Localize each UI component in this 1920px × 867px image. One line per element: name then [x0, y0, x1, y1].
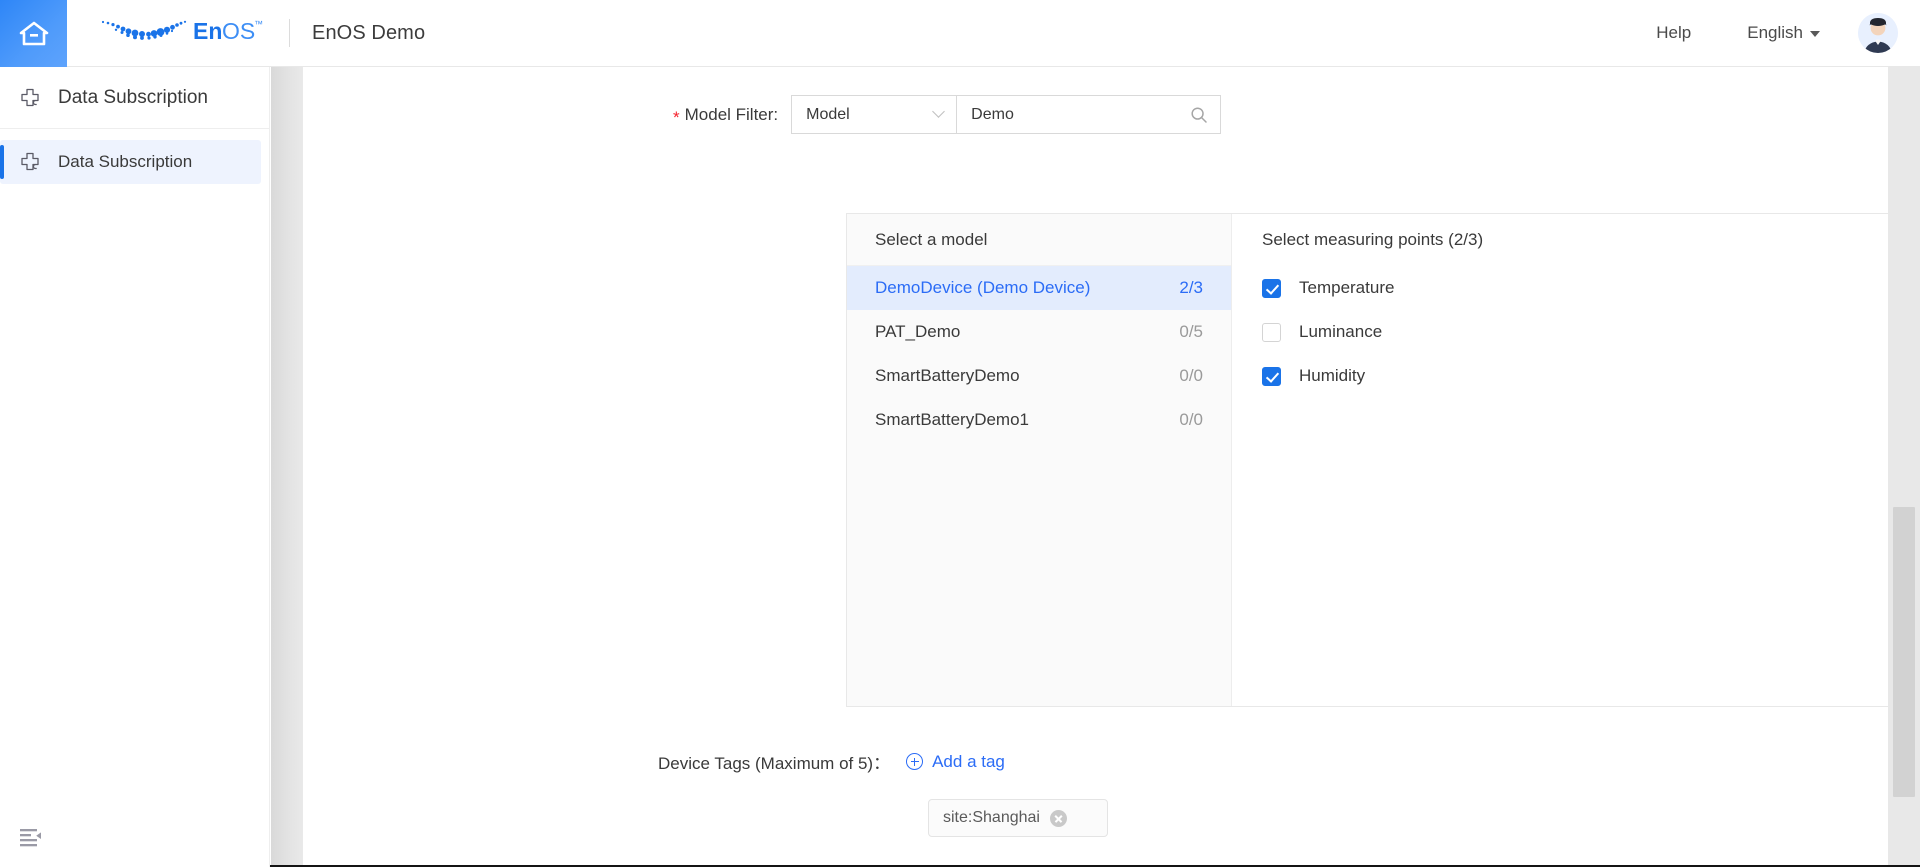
content-area: * Model Filter: Model Select a m: [271, 67, 1920, 867]
model-count: 0/5: [1179, 322, 1203, 342]
chevron-down-icon: [932, 105, 945, 118]
filter-type-select[interactable]: Model: [791, 95, 956, 134]
measuring-point-row[interactable]: Luminance: [1232, 310, 1920, 354]
left-scroll-gutter[interactable]: [271, 67, 303, 867]
avatar[interactable]: [1858, 13, 1898, 53]
model-count: 0/0: [1179, 366, 1203, 386]
plug-cross-icon: [18, 86, 42, 110]
tag-chip-label: site:Shanghai: [943, 809, 1040, 827]
model-list-item[interactable]: SmartBatteryDemo 0/0: [847, 354, 1231, 398]
sidebar-item-data-subscription[interactable]: Data Subscription: [0, 140, 261, 184]
add-tag-label: Add a tag: [932, 752, 1005, 772]
app-title: EnOS Demo: [312, 22, 425, 45]
avatar-icon: [1858, 13, 1898, 53]
measuring-point-label: Temperature: [1299, 278, 1394, 298]
tag-chip[interactable]: site:Shanghai: [928, 799, 1108, 837]
model-list-item[interactable]: DemoDevice (Demo Device) 2/3: [847, 266, 1231, 310]
app-root: En OS ™ EnOS Demo Help English: [0, 0, 1920, 867]
home-button[interactable]: [0, 0, 67, 67]
header-actions: Help English: [1628, 13, 1920, 53]
sidebar-item-label: Data Subscription: [58, 152, 192, 172]
help-link[interactable]: Help: [1628, 23, 1719, 43]
header-divider: [289, 19, 290, 47]
search-icon[interactable]: [1190, 106, 1208, 124]
model-name: DemoDevice (Demo Device): [875, 278, 1090, 298]
model-count: 0/0: [1179, 410, 1203, 430]
language-selector[interactable]: English: [1719, 23, 1848, 43]
model-search-box[interactable]: [956, 95, 1221, 134]
model-list-item[interactable]: SmartBatteryDemo1 0/0: [847, 398, 1231, 442]
measuring-point-label: Humidity: [1299, 366, 1365, 386]
model-selection-panel: Select a model DemoDevice (Demo Device) …: [846, 213, 1920, 707]
page-scrollbar-track[interactable]: [1888, 67, 1920, 867]
sidebar-collapse-button[interactable]: [0, 809, 270, 867]
device-tags-label: Device Tags (Maximum of 5)：: [658, 749, 890, 774]
measuring-point-label: Luminance: [1299, 322, 1382, 342]
model-name: SmartBatteryDemo: [875, 366, 1020, 386]
svg-text:OS: OS: [222, 18, 255, 44]
model-count: 2/3: [1179, 278, 1203, 298]
model-list-title: Select a model: [847, 214, 1231, 266]
svg-text:En: En: [193, 18, 222, 44]
filter-type-value: Model: [806, 106, 850, 124]
model-list-panel: Select a model DemoDevice (Demo Device) …: [847, 214, 1232, 706]
search-input[interactable]: [971, 106, 1181, 124]
chevron-down-icon: [1810, 31, 1820, 37]
measuring-point-row[interactable]: Humidity: [1232, 354, 1920, 398]
device-tags-row: Device Tags (Maximum of 5)： Add a tag: [658, 749, 1005, 774]
model-filter-row: * Model Filter: Model: [673, 95, 1221, 134]
measuring-point-row[interactable]: Temperature: [1232, 266, 1920, 310]
checkbox-temperature[interactable]: [1262, 279, 1281, 298]
home-icon: [19, 19, 49, 47]
page-scrollbar-thumb[interactable]: [1893, 507, 1915, 797]
close-circle-icon[interactable]: [1050, 810, 1067, 827]
model-name: SmartBatteryDemo1: [875, 410, 1029, 430]
app-header: En OS ™ EnOS Demo Help English: [0, 0, 1920, 67]
form-page: * Model Filter: Model Select a m: [303, 67, 1888, 867]
measuring-points-panel: Select measuring points (2/3) Temperatur…: [1232, 214, 1920, 706]
model-filter-label: Model Filter:: [685, 105, 779, 125]
required-marker: *: [673, 109, 680, 126]
sidebar-nav: Data Subscription: [0, 129, 269, 184]
model-name: PAT_Demo: [875, 322, 960, 342]
help-label: Help: [1656, 23, 1691, 43]
enos-logo[interactable]: En OS ™: [95, 13, 265, 53]
sidebar-header[interactable]: Data Subscription: [0, 67, 269, 129]
checkbox-humidity[interactable]: [1262, 367, 1281, 386]
checkbox-luminance[interactable]: [1262, 323, 1281, 342]
model-list-item[interactable]: PAT_Demo 0/5: [847, 310, 1231, 354]
plus-circle-icon: [906, 753, 923, 770]
add-tag-button[interactable]: Add a tag: [906, 752, 1005, 772]
svg-text:™: ™: [254, 19, 263, 29]
plug-cross-icon: [18, 150, 42, 174]
sidebar: Data Subscription Data Subscription: [0, 67, 270, 867]
measuring-points-title: Select measuring points (2/3): [1232, 214, 1920, 266]
language-label: English: [1747, 23, 1803, 43]
sidebar-header-label: Data Subscription: [58, 87, 208, 109]
menu-fold-icon: [20, 828, 42, 848]
enos-logo-icon: En OS ™: [95, 13, 265, 53]
